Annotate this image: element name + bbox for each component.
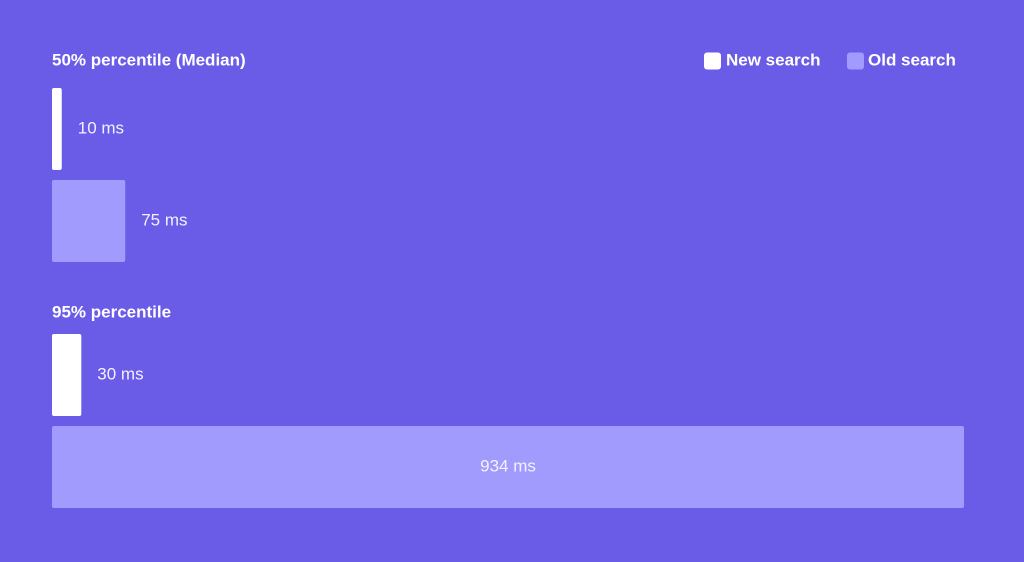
legend-label-old-search: Old search	[868, 50, 956, 69]
bar-old-search-group-0	[52, 180, 126, 262]
group-title-0: 50% percentile (Median)	[52, 50, 246, 69]
legend-swatch-new-search	[704, 52, 721, 70]
group-title-1: 95% percentile	[52, 302, 171, 321]
latency-bar-chart: 50% percentile (Median) 10 ms 75 ms 95% per…	[0, 0, 1024, 562]
bar-new-search-group-0	[52, 88, 62, 170]
bar-label-old-search-group-1: 934 ms	[480, 456, 536, 475]
bar-label-new-search-group-1: 30 ms	[97, 364, 143, 383]
bar-new-search-group-1	[52, 334, 82, 416]
legend-label-new-search: New search	[726, 50, 821, 69]
legend-swatch-old-search	[847, 52, 864, 70]
latency-chart: 50% percentile (Median) 10 ms 75 ms 95% per…	[0, 0, 1024, 562]
bar-label-old-search-group-0: 75 ms	[141, 210, 187, 229]
bar-label-new-search-group-0: 10 ms	[78, 118, 124, 137]
